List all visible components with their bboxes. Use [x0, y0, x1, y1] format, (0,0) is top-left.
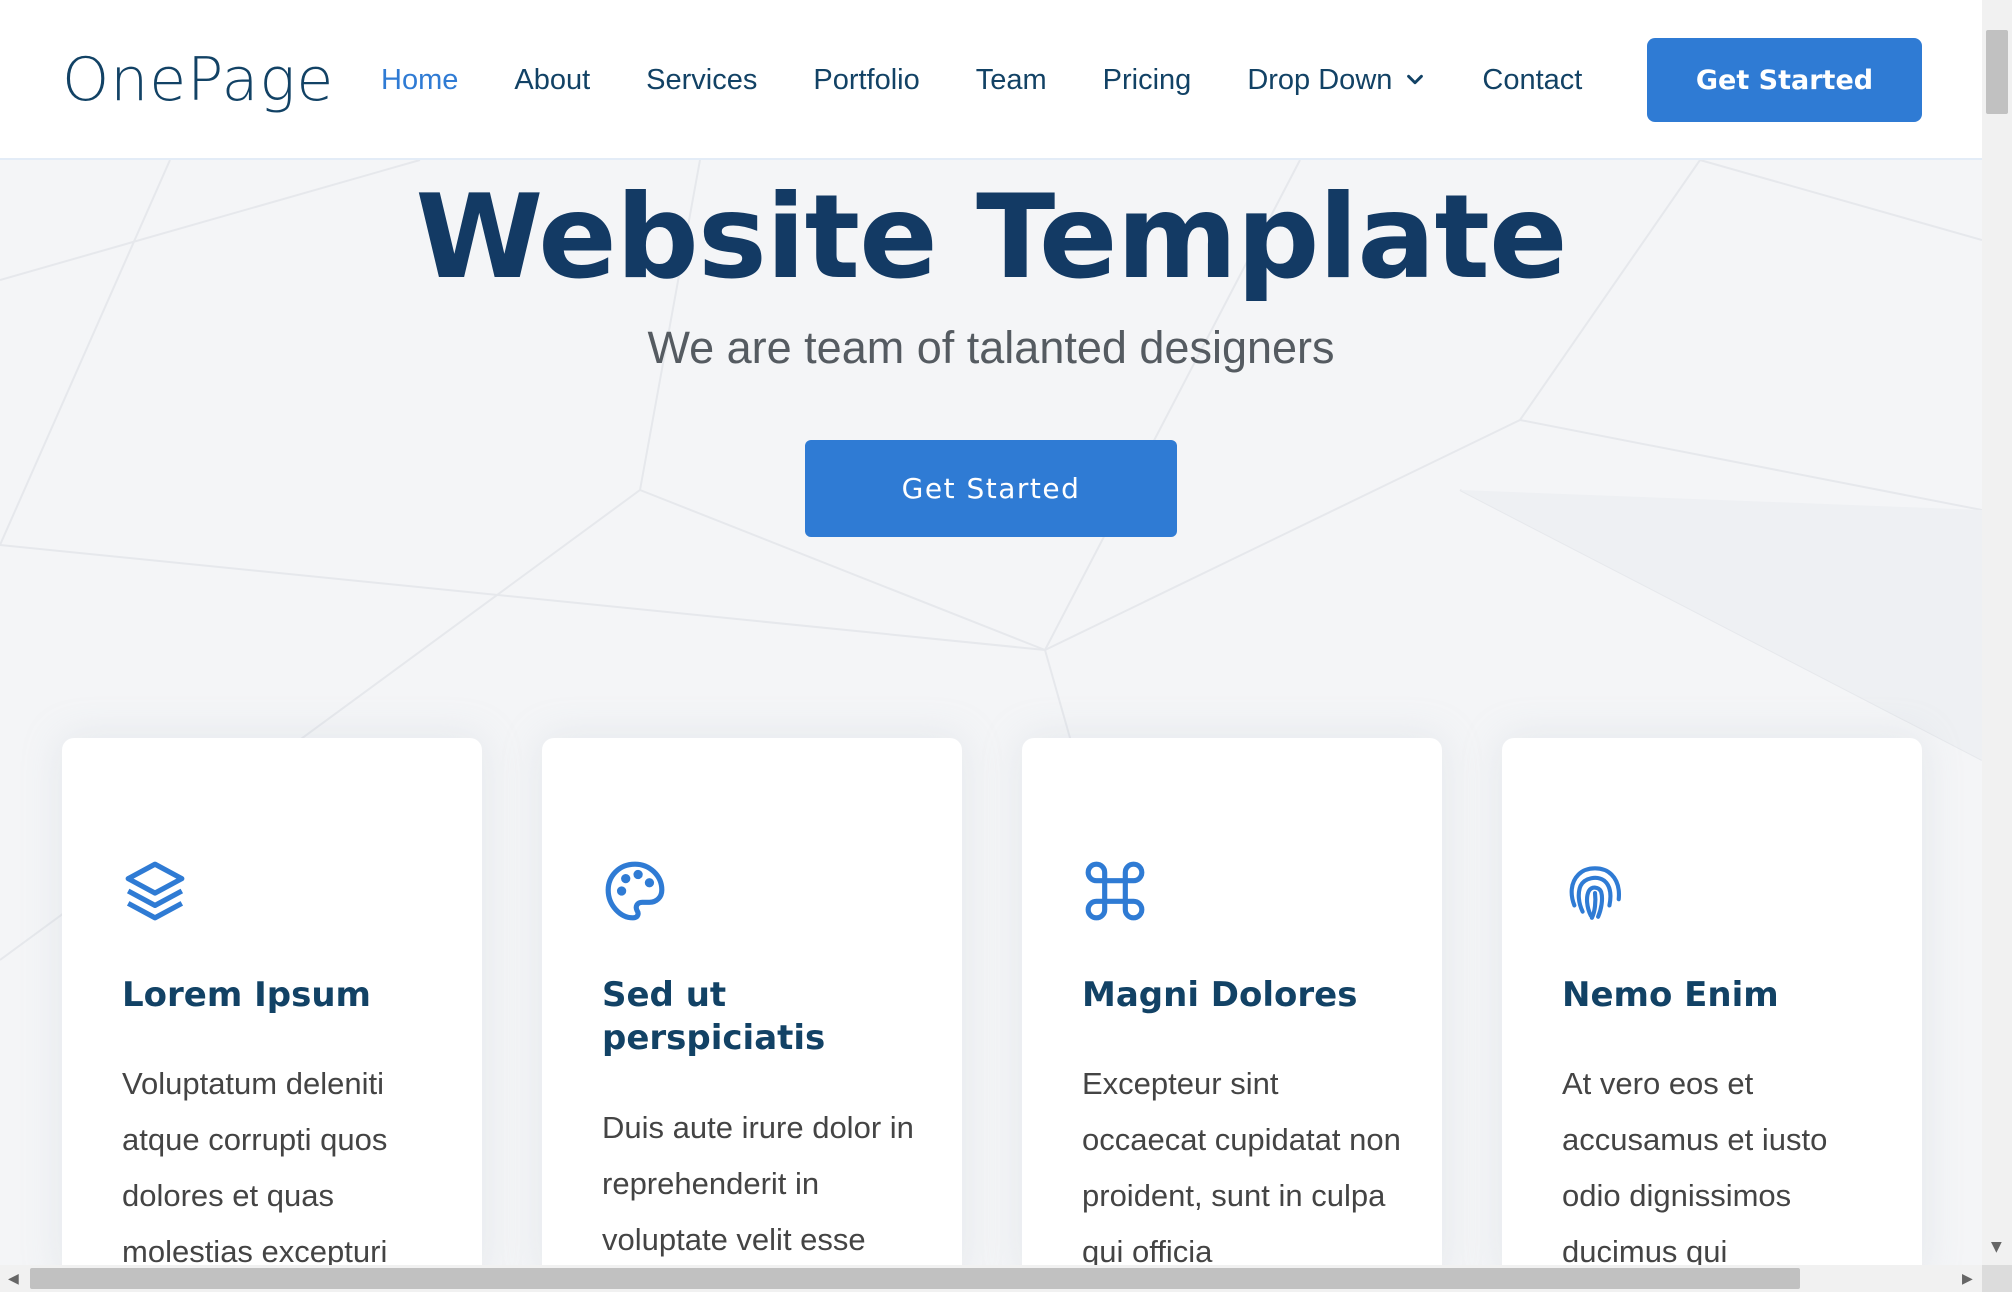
card-text: Excepteur sint occaecat cupidatat non pr… [1082, 1066, 1401, 1269]
nav-contact[interactable]: Contact [1482, 64, 1582, 97]
card-title: Magni Dolores [1082, 975, 1358, 1015]
layers-icon [125, 861, 185, 921]
nav-dropdown[interactable]: Drop Down [1247, 64, 1426, 97]
scroll-down-arrow-icon[interactable]: ▼ [1991, 1240, 2002, 1254]
site-header: OnePage Home About Services Portfolio Te… [0, 0, 1982, 160]
chevron-down-icon [1407, 74, 1424, 85]
nav-pricing[interactable]: Pricing [1103, 64, 1192, 97]
header-get-started-button[interactable]: Get Started [1647, 38, 1922, 122]
scrollbar-corner [1982, 1265, 2012, 1292]
feature-card[interactable]: Nemo Enim At vero eos et accusamus et iu… [1502, 738, 1922, 1278]
feature-card[interactable]: Sed ut perspiciatis Duis aute irure dolo… [542, 738, 962, 1278]
card-title: Sed ut perspiciatis [602, 975, 826, 1058]
site-logo[interactable]: OnePage [62, 42, 334, 118]
nav-home[interactable]: Home [381, 64, 458, 97]
fingerprint-icon [1569, 866, 1622, 920]
horizontal-scrollbar-thumb[interactable] [30, 1268, 1800, 1289]
card-text: Duis aute irure dolor in reprehenderit i… [602, 1110, 914, 1257]
vertical-scrollbar-thumb[interactable] [1986, 30, 2008, 114]
nav-portfolio[interactable]: Portfolio [813, 64, 919, 97]
nav-dropdown-label: Drop Down [1247, 63, 1393, 96]
card-title: Lorem Ipsum [122, 975, 371, 1015]
scroll-right-arrow-icon[interactable]: ▶ [1962, 1272, 1973, 1286]
feature-card[interactable]: Magni Dolores Excepteur sint occaecat cu… [1022, 738, 1442, 1278]
palette-icon [605, 861, 665, 921]
hero-title: Website Template [415, 170, 1567, 305]
nav-services[interactable]: Services [646, 64, 757, 97]
nav-about[interactable]: About [514, 64, 590, 97]
hero-get-started-button[interactable]: Get Started [805, 440, 1177, 537]
vertical-scrollbar[interactable]: ▼ [1982, 0, 2012, 1265]
card-text: Voluptatum deleniti atque corrupti quos … [122, 1066, 388, 1269]
nav-team[interactable]: Team [976, 64, 1047, 97]
card-title: Nemo Enim [1562, 975, 1779, 1015]
horizontal-scrollbar[interactable]: ◀ ▶ [0, 1265, 1982, 1292]
feature-card[interactable]: Lorem Ipsum Voluptatum deleniti atque co… [62, 738, 482, 1278]
scroll-left-arrow-icon[interactable]: ◀ [8, 1272, 19, 1286]
card-text: At vero eos et accusamus et iusto odio d… [1562, 1066, 1828, 1269]
command-icon [1085, 861, 1145, 921]
hero-subtitle: We are team of talanted designers [647, 322, 1335, 373]
main-nav: Home About Services Portfolio Team Prici… [381, 54, 1638, 106]
